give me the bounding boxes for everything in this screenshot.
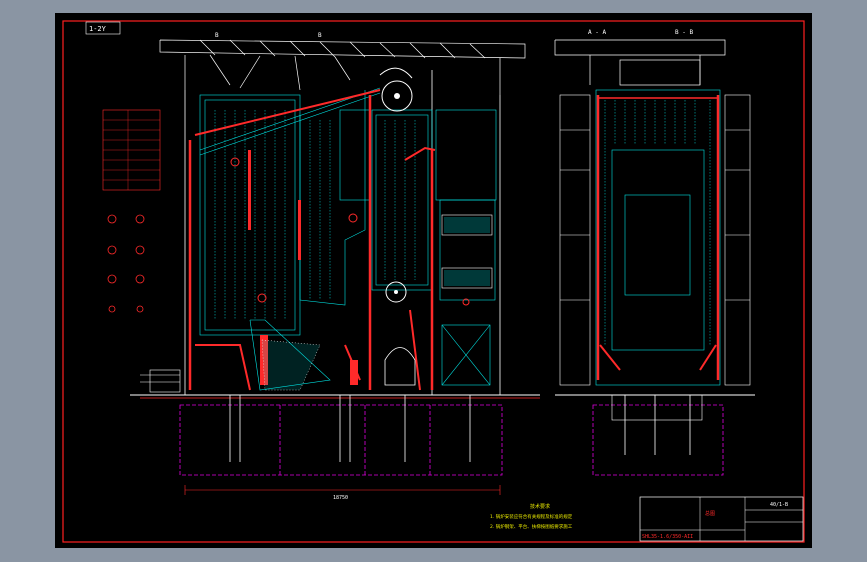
- notes-line-2: 2. 锅炉钢架、平台、扶梯按图纸要求施工: [490, 523, 573, 530]
- section-label-b1: B: [215, 32, 219, 39]
- section-label-bb: B - B: [675, 29, 693, 36]
- title-drawing-no: SHL35-1.6/350-AII: [642, 534, 693, 540]
- cad-viewport: 1-2Y B B 18750 A - A B - B 技术要求 1. 锅炉安装应…: [0, 0, 867, 562]
- title-sheet: 40/1-B: [770, 502, 788, 508]
- notes-heading: 技术要求: [530, 503, 550, 510]
- drawing-sheet: [55, 13, 812, 548]
- dimension-total: 18750: [333, 495, 348, 501]
- title-name: 总图: [705, 510, 715, 517]
- corner-tag-text: 1-2Y: [89, 25, 107, 33]
- section-label-aa: A - A: [588, 29, 606, 36]
- notes-line-1: 1. 锅炉安装应符合有关规程及标准的规定: [490, 513, 573, 520]
- section-label-b2: B: [318, 32, 322, 39]
- boiler-assembly-drawing: 1-2Y B B 18750 A - A B - B 技术要求 1. 锅炉安装应…: [55, 13, 812, 548]
